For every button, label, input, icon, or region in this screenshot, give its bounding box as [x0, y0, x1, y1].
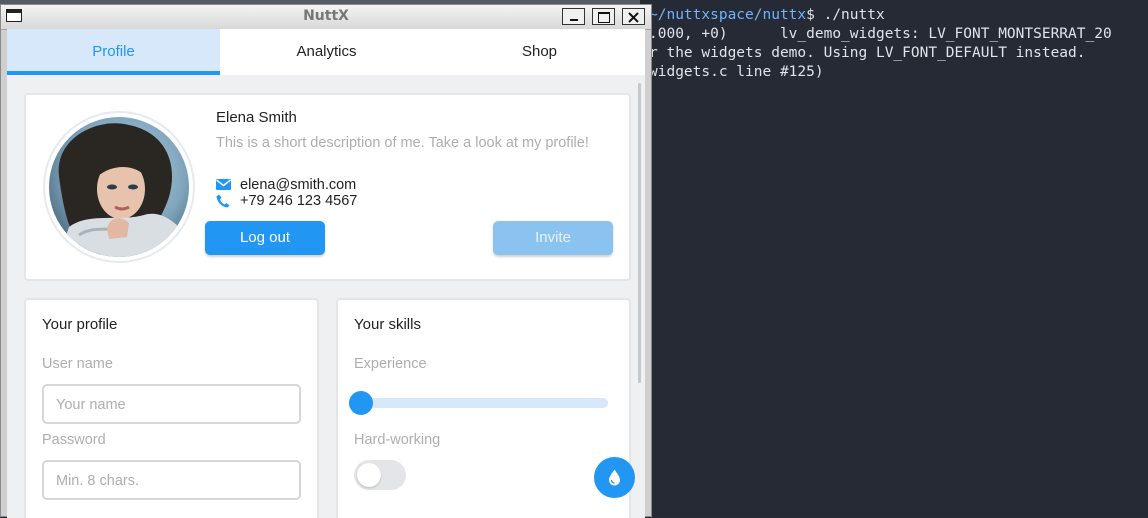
window-title: NuttX — [303, 8, 349, 24]
your-profile-title: Your profile — [42, 316, 118, 333]
password-field[interactable] — [42, 460, 301, 500]
invite-button[interactable]: Invite — [493, 221, 613, 255]
skills-title: Your skills — [354, 316, 421, 333]
profile-card: Elena Smith This is a short description … — [24, 93, 631, 281]
close-button[interactable] — [622, 8, 645, 25]
username-input[interactable] — [54, 386, 288, 424]
your-profile-card: Your profile User name Password — [24, 298, 319, 518]
terminal-output-line: widgets.c line #125) — [649, 64, 824, 80]
envelope-icon — [216, 179, 231, 190]
username-field[interactable] — [42, 384, 301, 424]
avatar-frame — [43, 111, 195, 263]
phone-icon — [216, 194, 230, 208]
close-icon — [628, 12, 639, 23]
switch-knob — [357, 463, 381, 487]
terminal-prompt-line: ~/nuttxspace/nuttx$ ./nuttx — [640, 6, 1148, 25]
minimize-button[interactable] — [562, 8, 585, 25]
email-text: elena@smith.com — [240, 177, 357, 193]
profile-name: Elena Smith — [216, 109, 297, 126]
window-titlebar[interactable]: NuttX — [1, 5, 651, 30]
hardworking-switch[interactable] — [354, 460, 406, 490]
theme-color-button[interactable] — [594, 457, 635, 498]
widgets-demo: Profile Analytics Shop Elena Smith This … — [7, 29, 645, 518]
skills-card: Your skills Experience Hard-working — [336, 298, 631, 518]
terminal-prompt-path: ~/nuttxspace/nuttx — [649, 7, 807, 23]
logout-button[interactable]: Log out — [205, 221, 325, 255]
tab-analytics[interactable]: Analytics — [220, 29, 433, 75]
tab-bar: Profile Analytics Shop — [7, 29, 645, 75]
tab-profile[interactable]: Profile — [7, 29, 220, 75]
password-input[interactable] — [54, 462, 288, 500]
phone-text: +79 246 123 4567 — [240, 193, 358, 209]
terminal-window[interactable]: ~/nuttxspace/nuttx$ ./nuttx .000, +0) lv… — [640, 0, 1148, 517]
app-window: NuttX Profile Analytics Shop Elena Smith… — [0, 4, 652, 518]
tab-shop[interactable]: Shop — [433, 29, 645, 75]
username-label: User name — [42, 356, 113, 372]
terminal-output-line: .000, +0) lv_demo_widgets: LV_FONT_MONTS… — [649, 26, 1112, 42]
maximize-button[interactable] — [592, 8, 615, 25]
avatar — [49, 117, 189, 257]
password-label: Password — [42, 432, 106, 448]
droplet-icon — [609, 469, 620, 486]
experience-slider-knob[interactable] — [349, 391, 373, 415]
terminal-output-line: r the widgets demo. Using LV_FONT_DEFAUL… — [649, 45, 1086, 61]
terminal-command: $ ./nuttx — [806, 7, 885, 23]
experience-slider[interactable] — [354, 398, 608, 408]
profile-description: This is a short description of me. Take … — [216, 135, 589, 151]
vertical-scrollbar[interactable] — [638, 83, 641, 383]
experience-label: Experience — [354, 356, 427, 372]
hardworking-label: Hard-working — [354, 432, 441, 448]
